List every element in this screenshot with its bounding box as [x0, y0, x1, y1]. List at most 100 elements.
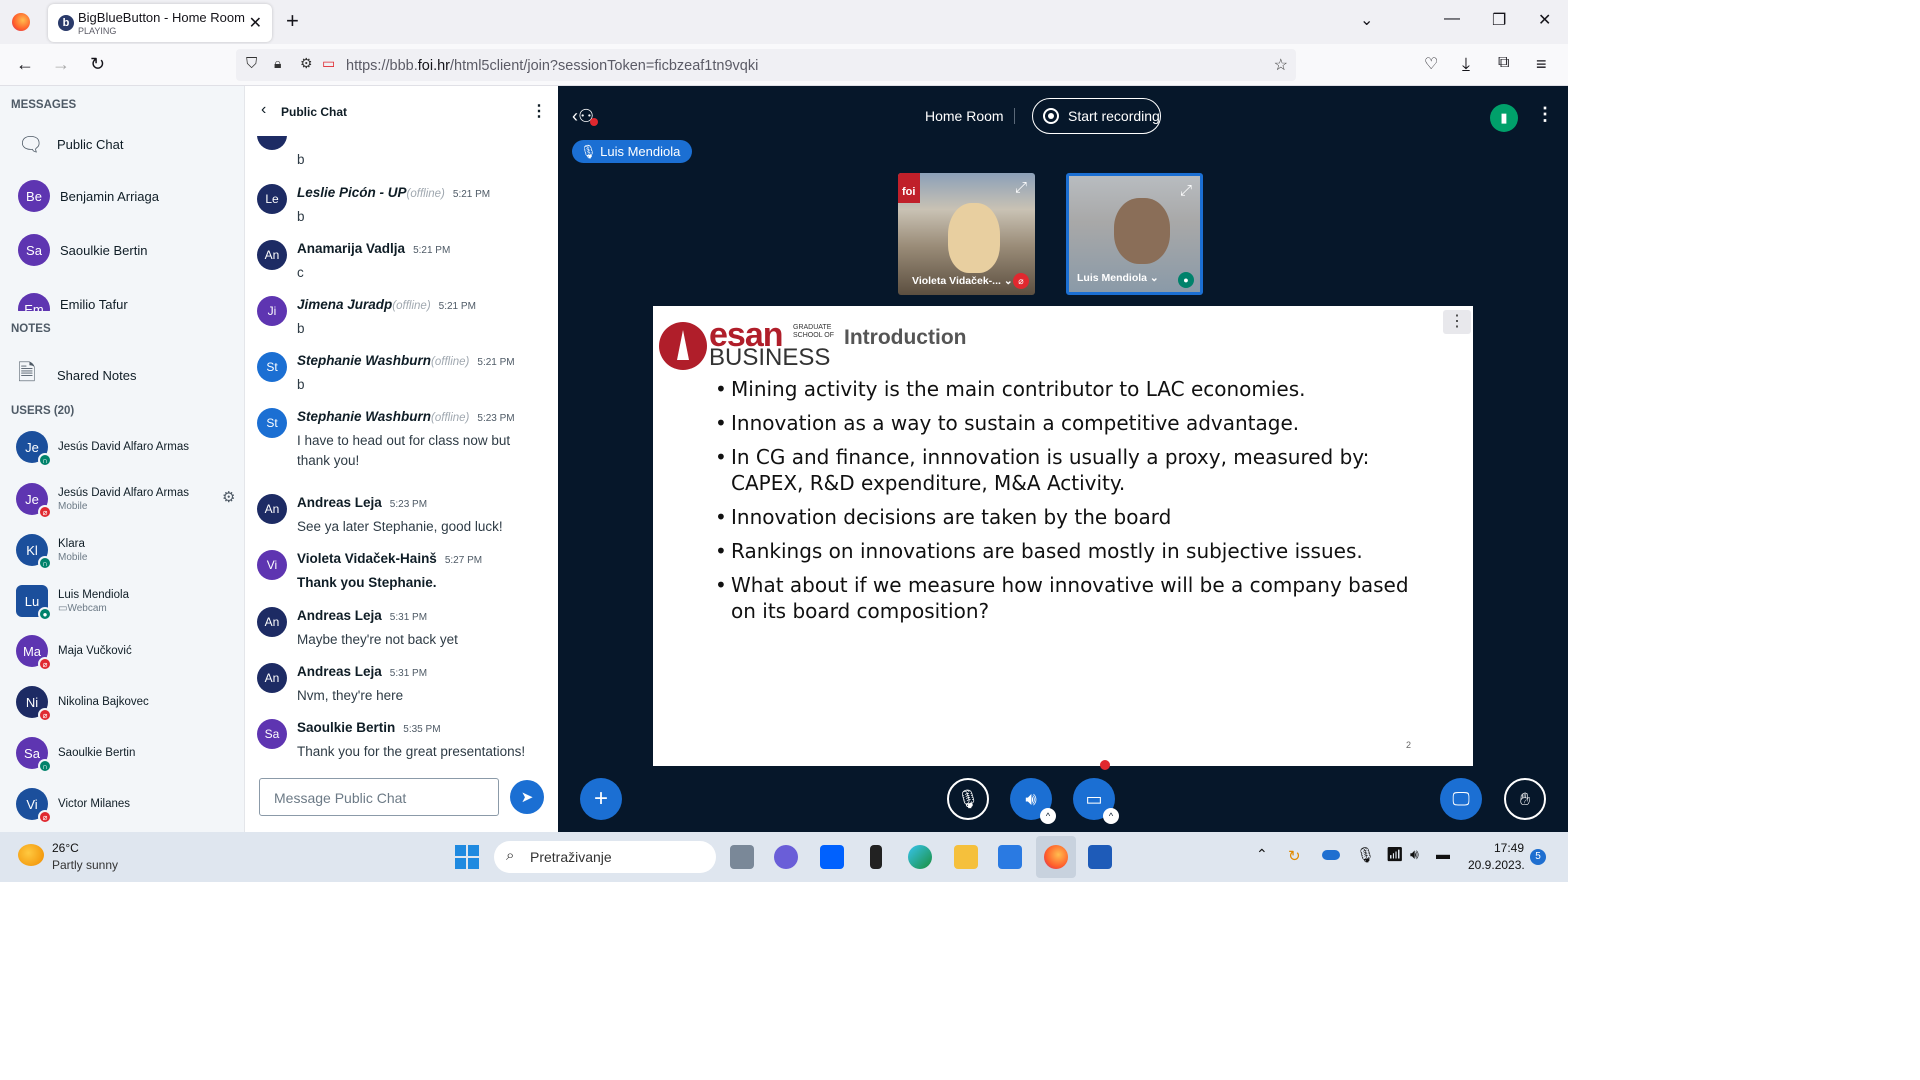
- forward-icon[interactable]: →: [52, 54, 70, 75]
- private-chat-item[interactable]: Em Emilio Tafur: [18, 287, 128, 311]
- public-chat-label: Public Chat: [57, 137, 124, 152]
- pocket-icon[interactable]: ♡: [1424, 54, 1438, 74]
- wifi-icon[interactable]: 📶︎: [1386, 846, 1404, 863]
- public-chat-item[interactable]: 🗨︎ Public Chat: [18, 132, 123, 157]
- chat-options-icon[interactable]: ⋮: [531, 101, 547, 121]
- chevron-up-icon[interactable]: ^: [1040, 808, 1056, 824]
- message-input[interactable]: Message Public Chat: [259, 778, 499, 816]
- user-list-item[interactable]: Kl ∩ Klara Mobile: [16, 534, 88, 570]
- chevron-up-icon[interactable]: ⌃: [1256, 846, 1268, 863]
- options-menu-icon[interactable]: ⋮: [1536, 104, 1554, 125]
- restore-icon[interactable]: ❐: [1492, 10, 1506, 30]
- bookmark-star-icon[interactable]: ☆: [1274, 55, 1288, 75]
- message-text: I have to head out for class now but tha…: [297, 433, 511, 468]
- extensions-icon[interactable]: ⧉: [1498, 54, 1509, 72]
- volume-icon[interactable]: 🔊︎: [1410, 846, 1419, 863]
- presentation-options-icon[interactable]: ⋮: [1443, 310, 1471, 334]
- user-list-item[interactable]: Vi ⌀ Victor Milanes: [16, 788, 130, 824]
- user-device: Mobile: [58, 500, 88, 512]
- camera-sharing-icon[interactable]: ▭: [322, 55, 335, 72]
- participant-video: [1114, 198, 1170, 264]
- word-icon[interactable]: [1088, 845, 1112, 869]
- start-recording-button[interactable]: Start recording: [1032, 98, 1161, 134]
- mail-icon[interactable]: [998, 845, 1022, 869]
- private-chat-item[interactable]: Be Benjamin Arriaga: [18, 180, 159, 212]
- camera-icon: ▭: [1085, 788, 1103, 809]
- sync-icon[interactable]: ↻: [1288, 847, 1301, 865]
- shield-icon[interactable]: ⛉: [246, 55, 257, 72]
- user-list-item[interactable]: Ma ⌀ Maja Vučković: [16, 635, 132, 671]
- video-user-name[interactable]: Luis Mendiola ⌄: [1077, 272, 1159, 284]
- message-time: 5:21 PM: [438, 301, 476, 312]
- connection-status-icon[interactable]: ▮: [1490, 104, 1518, 132]
- user-list-toggle-icon[interactable]: ‹⚇: [572, 106, 598, 127]
- fullscreen-icon[interactable]: ⤢: [1180, 182, 1192, 199]
- new-tab-icon[interactable]: +: [286, 8, 299, 34]
- menu-icon[interactable]: ≡: [1536, 54, 1547, 75]
- presentation-toggle-button[interactable]: 🖵: [1440, 778, 1482, 820]
- app-icon[interactable]: [870, 845, 882, 869]
- user-list-item[interactable]: Sa ∩ Saoulkie Bertin: [16, 737, 135, 773]
- microphone-icon[interactable]: 🎙︎: [1356, 846, 1375, 864]
- minimize-icon[interactable]: —: [1444, 10, 1460, 28]
- video-tile[interactable]: foi ⤢ Violeta Vidaček-... ⌄ ⌀: [898, 173, 1035, 295]
- shared-notes-item[interactable]: 🗎 Shared Notes: [18, 356, 137, 394]
- weather-description[interactable]: Partly sunny: [52, 858, 118, 872]
- user-list-item[interactable]: Je ∩ Jesús David Alfaro Armas: [16, 431, 189, 467]
- private-chat-item[interactable]: Sa Saoulkie Bertin: [18, 234, 147, 266]
- notification-badge[interactable]: 5: [1530, 849, 1546, 865]
- avatar: An: [257, 240, 287, 270]
- reload-icon[interactable]: ↻: [90, 54, 105, 75]
- downloads-icon[interactable]: ⤓: [1462, 54, 1470, 75]
- tab-list-icon[interactable]: ⌄: [1360, 10, 1373, 30]
- file-explorer-icon[interactable]: [954, 845, 978, 869]
- video-camera-button[interactable]: ▭ ^: [1073, 778, 1119, 824]
- slide-bullet: What about if we measure how innovative …: [715, 572, 1415, 624]
- teams-chat-icon[interactable]: [774, 845, 798, 869]
- weather-sun-icon[interactable]: [18, 844, 44, 866]
- fullscreen-icon[interactable]: ⤢: [1015, 179, 1027, 196]
- windows-start-icon[interactable]: [455, 845, 479, 869]
- muted-mic-icon: ⌀: [38, 657, 52, 671]
- url-text[interactable]: https://bbb.foi.hr/html5client/join?sess…: [346, 58, 758, 74]
- clock-date[interactable]: 20.9.2023.: [1468, 858, 1525, 872]
- firefox-taskbar-button[interactable]: [1036, 836, 1076, 878]
- clock-time[interactable]: 17:49: [1494, 841, 1524, 855]
- edge-browser-icon[interactable]: [908, 845, 932, 869]
- close-tab-icon[interactable]: ✕: [249, 13, 262, 33]
- user-list-item[interactable]: Je ⌀ Jesús David Alfaro Armas Mobile: [16, 483, 189, 519]
- dropbox-icon[interactable]: [820, 845, 844, 869]
- start-recording-label: Start recording: [1068, 108, 1160, 124]
- actions-plus-button[interactable]: +: [580, 778, 622, 820]
- mute-microphone-button[interactable]: 🎙︎: [947, 778, 989, 820]
- talking-indicator[interactable]: 🎙︎ Luis Mendiola: [572, 140, 693, 163]
- chevron-left-icon[interactable]: ‹: [261, 101, 266, 119]
- slide-heading: Introduction: [844, 326, 967, 349]
- taskbar-search-box[interactable]: ⌕ Pretraživanje: [494, 841, 716, 873]
- raise-hand-button[interactable]: ✋︎: [1504, 778, 1546, 820]
- message-text: Maybe they're not back yet: [297, 632, 458, 647]
- audio-button[interactable]: 🔊︎ ^: [1010, 778, 1056, 824]
- user-options-gear-icon[interactable]: ⚙: [222, 488, 235, 506]
- chevron-up-icon[interactable]: ^: [1103, 808, 1119, 824]
- user-list-item[interactable]: Lu ● Luis Mendiola ▭Webcam: [16, 585, 129, 621]
- weather-temperature[interactable]: 26°C: [52, 841, 79, 855]
- send-message-button[interactable]: ➤: [510, 780, 544, 814]
- message-header: Anamarija Vadlja 5:21 PM: [297, 240, 450, 258]
- permissions-icon[interactable]: ⚙: [300, 55, 313, 72]
- chat-title[interactable]: Public Chat: [281, 105, 347, 119]
- video-tile[interactable]: ⤢ Luis Mendiola ⌄ ●: [1066, 173, 1203, 295]
- address-bar[interactable]: ⛉ 🔒︎ ⚙ ▭ https://bbb.foi.hr/html5client/…: [236, 49, 1296, 81]
- user-list-item[interactable]: Ni ⌀ Nikolina Bajkovec: [16, 686, 149, 722]
- onedrive-icon[interactable]: [1322, 850, 1340, 860]
- browser-tab[interactable]: b BigBlueButton - Home Room PLAYING ✕: [48, 4, 272, 42]
- search-placeholder: Pretraživanje: [530, 849, 612, 865]
- video-user-name[interactable]: Violeta Vidaček-... ⌄: [912, 275, 1013, 287]
- firefox-icon[interactable]: [12, 13, 30, 31]
- task-view-icon[interactable]: [730, 845, 754, 869]
- user-device: Mobile: [58, 551, 88, 563]
- lock-icon[interactable]: 🔒︎: [274, 55, 281, 72]
- close-window-icon[interactable]: ✕: [1538, 10, 1551, 30]
- back-icon[interactable]: ←: [16, 54, 34, 75]
- battery-icon[interactable]: ▬: [1436, 846, 1450, 862]
